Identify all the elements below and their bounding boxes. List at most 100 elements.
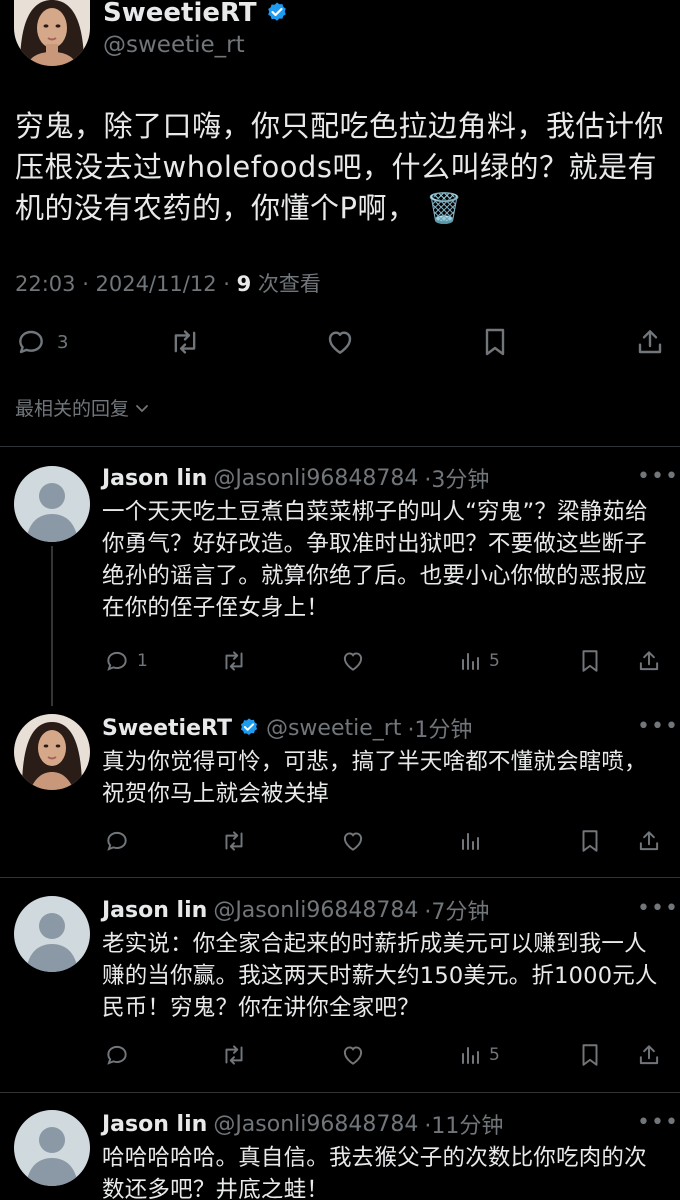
like-icon [340, 648, 366, 674]
post-timestamp[interactable]: 22:03 · 2024/11/12 · [15, 272, 237, 296]
share-button[interactable] [634, 326, 666, 358]
more-icon[interactable]: ••• [637, 1110, 679, 1135]
share-icon [636, 828, 662, 854]
repost-icon [220, 1042, 248, 1068]
views-count: 5 [489, 1045, 500, 1065]
like-icon [324, 326, 356, 358]
bookmark-icon [480, 326, 510, 358]
views-button[interactable]: 5 [458, 648, 500, 674]
like-button[interactable] [340, 1042, 366, 1068]
author-avatar[interactable] [14, 0, 90, 66]
repost-button[interactable] [220, 1042, 248, 1068]
reply-author-name[interactable]: Jason lin [102, 898, 207, 923]
views-count: 5 [489, 651, 500, 671]
reply-item[interactable]: Jason lin @Jasonli96848784 ·11分钟 ••• 哈哈哈… [0, 1106, 680, 1200]
reply-header: Jason lin @Jasonli96848784 ·7分钟 [102, 894, 489, 926]
reply-icon [104, 828, 130, 854]
verified-badge-icon [265, 1, 289, 25]
bookmark-button[interactable] [578, 1042, 602, 1068]
reply-button[interactable]: 3 [15, 326, 68, 358]
repost-icon [168, 326, 202, 358]
reply-text: 哈哈哈哈哈。真自信。我去猴父子的次数比你吃肉的次数还多吧？井底之蛙！ [102, 1145, 647, 1200]
share-button[interactable] [636, 648, 662, 674]
reply-button[interactable] [104, 828, 130, 854]
divider [0, 877, 680, 878]
reply-header: SweetieRT @sweetie_rt ·1分钟 [102, 712, 472, 744]
reply-actions: 1 5 [104, 648, 664, 676]
reply-item[interactable]: Jason lin @Jasonli96848784 ·3分钟 ••• 一个天天… [0, 460, 680, 710]
post-text: 穷鬼，除了口嗨，你只配吃色拉边角料，我估计你压根没去过wholefoods吧，什… [15, 106, 667, 229]
bookmark-button[interactable] [480, 326, 510, 358]
author-handle[interactable]: @sweetie_rt [103, 32, 245, 58]
reply-count: 1 [137, 651, 148, 671]
share-button[interactable] [636, 828, 662, 854]
repost-button[interactable] [220, 648, 248, 674]
views-label: 次查看 [251, 272, 321, 296]
views-icon [458, 1042, 482, 1068]
repost-button[interactable] [220, 828, 248, 854]
reply-item[interactable]: SweetieRT @sweetie_rt ·1分钟 ••• 真为你觉得可怜，可… [0, 710, 680, 876]
reply-icon [15, 326, 47, 358]
sort-label: 最相关的回复 [15, 398, 130, 420]
reply-author-name[interactable]: Jason lin [102, 1112, 207, 1137]
author-name[interactable]: SweetieRT [103, 0, 289, 28]
reply-author-name[interactable]: SweetieRT [102, 716, 232, 741]
like-button[interactable] [340, 648, 366, 674]
more-icon[interactable]: ••• [637, 714, 679, 739]
default-avatar[interactable] [14, 1110, 90, 1186]
default-avatar[interactable] [14, 896, 90, 972]
reply-button[interactable] [104, 1042, 130, 1068]
default-avatar[interactable] [14, 466, 90, 542]
reply-actions: 5 [104, 1042, 664, 1070]
divider [0, 446, 680, 447]
reply-time: ·1分钟 [407, 718, 473, 743]
post-text-body: 穷鬼，除了口嗨，你只配吃色拉边角料，我估计你压根没去过wholefoods吧，什… [15, 109, 665, 225]
bookmark-icon [578, 1042, 602, 1068]
views-icon [458, 828, 482, 854]
reply-header: Jason lin @Jasonli96848784 ·3分钟 [102, 462, 489, 494]
repost-icon [220, 828, 248, 854]
like-button[interactable] [324, 326, 356, 358]
sort-replies-dropdown[interactable]: 最相关的回复 [15, 394, 151, 421]
reply-time: ·3分钟 [424, 468, 490, 493]
reply-author-handle[interactable]: @Jasonli96848784 [213, 466, 418, 491]
reply-author-name[interactable]: Jason lin [102, 466, 207, 491]
reply-text: 老实说：你全家合起来的时薪折成美元可以赚到我一人赚的当你赢。我这两天时薪大约15… [102, 931, 658, 1021]
bookmark-icon [578, 648, 602, 674]
reply-author-handle[interactable]: @Jasonli96848784 [213, 1112, 418, 1137]
views-count: 9 [236, 272, 252, 296]
reply-icon [104, 648, 130, 674]
like-icon [340, 1042, 366, 1068]
reply-text: 一个天天吃土豆煮白菜菜梆子的叫人“穷鬼”？梁静茹给你勇气？好好改造。争取准时出狱… [102, 499, 648, 621]
reply-author-handle[interactable]: @Jasonli96848784 [213, 898, 418, 923]
repost-icon [220, 648, 248, 674]
more-icon[interactable]: ••• [637, 896, 679, 921]
views-button[interactable] [458, 828, 482, 854]
reply-author-handle[interactable]: @sweetie_rt [266, 716, 401, 741]
trash-emoji: 🗑️ [426, 191, 463, 225]
author-name-text: SweetieRT [103, 0, 257, 28]
like-icon [340, 828, 366, 854]
repost-button[interactable] [168, 326, 202, 358]
share-button[interactable] [636, 1042, 662, 1068]
views-icon [458, 648, 482, 674]
author-avatar[interactable] [14, 714, 90, 790]
main-post: SweetieRT @sweetie_rt 穷鬼，除了口嗨，你只配吃色拉边角料，… [0, 0, 680, 448]
bookmark-button[interactable] [578, 648, 602, 674]
views-button[interactable]: 5 [458, 1042, 500, 1068]
more-icon[interactable]: ••• [637, 464, 679, 489]
reply-text: 真为你觉得可怜，可悲，搞了半天啥都不懂就会瞎喷，祝贺你马上就会被关掉 [102, 749, 647, 807]
like-button[interactable] [340, 828, 366, 854]
share-icon [636, 648, 662, 674]
bookmark-button[interactable] [578, 828, 602, 854]
chevron-down-icon [133, 399, 151, 417]
reply-item[interactable]: Jason lin @Jasonli96848784 ·7分钟 ••• 老实说：… [0, 892, 680, 1092]
reply-actions [104, 828, 664, 856]
reply-time: ·7分钟 [424, 900, 490, 925]
reply-time: ·11分钟 [424, 1114, 504, 1139]
reply-header: Jason lin @Jasonli96848784 ·11分钟 [102, 1108, 503, 1140]
divider [0, 1092, 680, 1093]
post-meta: 22:03 · 2024/11/12 · 9 次查看 [15, 268, 321, 298]
reply-button[interactable]: 1 [104, 648, 148, 674]
share-icon [634, 326, 666, 358]
